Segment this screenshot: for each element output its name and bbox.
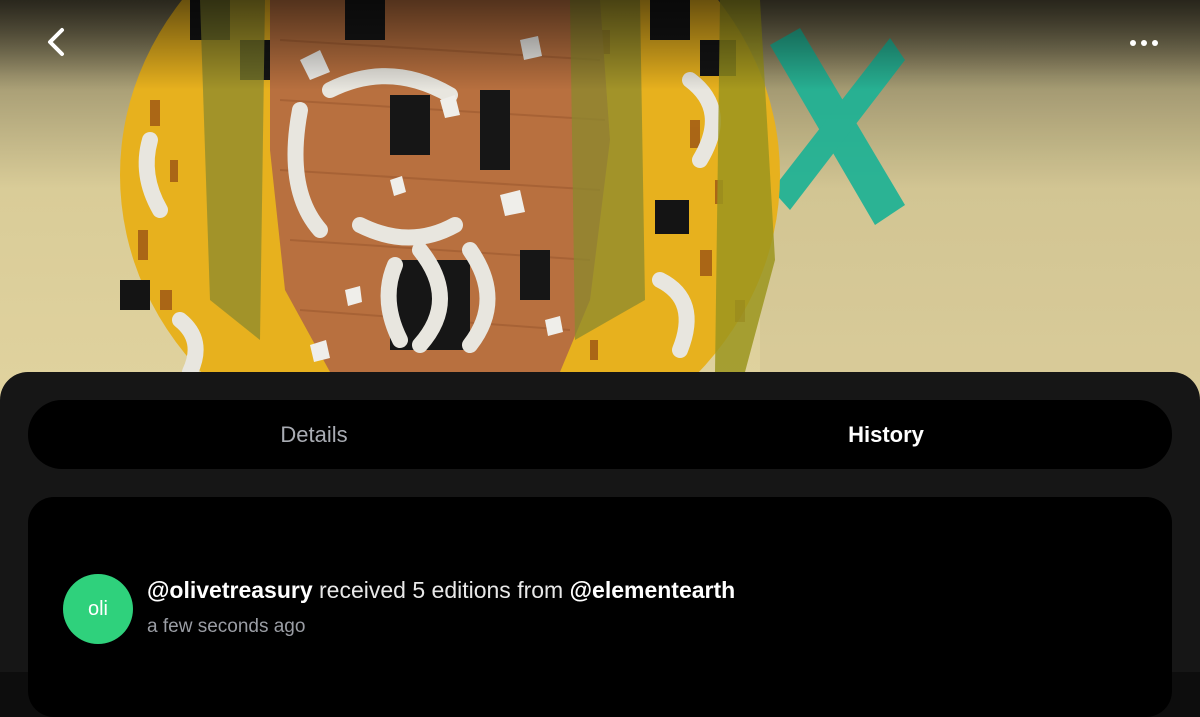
event-action: received 5 editions from — [319, 576, 564, 603]
more-options-button[interactable] — [1124, 26, 1164, 60]
event-body: @olivetreasury received 5 editions from … — [147, 577, 735, 638]
bottom-sheet: Details History oli @olivetreasury recei… — [0, 372, 1200, 717]
event-description: @olivetreasury received 5 editions from … — [147, 577, 735, 604]
chevron-left-icon — [48, 28, 64, 56]
hero-top-shade — [0, 0, 1200, 90]
tab-bar: Details History — [28, 400, 1172, 469]
tab-history[interactable]: History — [600, 400, 1172, 469]
history-event: oli @olivetreasury received 5 editions f… — [63, 574, 735, 644]
recipient-link[interactable]: @olivetreasury — [147, 577, 313, 603]
event-timestamp: a few seconds ago — [147, 615, 306, 637]
artwork-hero — [0, 0, 1200, 420]
sender-link[interactable]: @elementearth — [570, 577, 736, 603]
tab-details[interactable]: Details — [28, 400, 600, 469]
back-button[interactable] — [36, 22, 76, 62]
more-horizontal-icon — [1130, 40, 1158, 46]
history-card: oli @olivetreasury received 5 editions f… — [28, 497, 1172, 717]
avatar[interactable]: oli — [63, 574, 133, 644]
